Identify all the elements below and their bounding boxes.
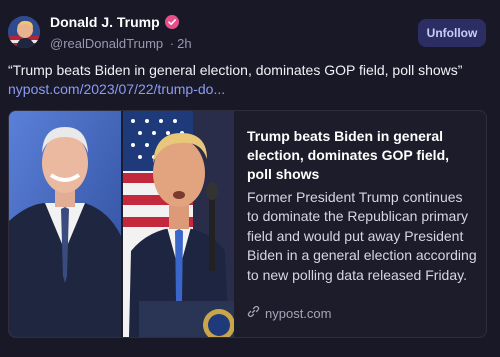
post-time: 2h <box>177 36 192 51</box>
author-name[interactable]: Donald J. Trump <box>50 14 160 30</box>
post-link[interactable]: nypost.com/2023/07/22/trump-do... <box>8 80 225 99</box>
card-domain[interactable]: nypost.com <box>247 305 331 321</box>
avatar[interactable] <box>8 16 40 48</box>
card-domain-text: nypost.com <box>265 305 332 321</box>
card-title[interactable]: Trump beats Biden in general election, d… <box>247 127 475 184</box>
unfollow-button[interactable]: Unfollow <box>418 19 486 47</box>
verified-badge-icon <box>164 15 179 29</box>
post-text: “Trump beats Biden in general election, … <box>8 62 463 78</box>
link-preview-card[interactable]: Trump beats Biden in general election, d… <box>8 110 487 338</box>
separator: · <box>169 36 175 51</box>
handle-row: @realDonaldTrump · 2h <box>50 36 192 51</box>
post: Donald J. Trump @realDonaldTrump · 2h Unf… <box>0 0 500 357</box>
author-name-row: Donald J. Trump <box>50 14 179 30</box>
card-description: Former President Trump continues to domi… <box>247 189 477 283</box>
avatar-image <box>8 16 40 48</box>
link-icon <box>247 305 260 321</box>
author-handle[interactable]: @realDonaldTrump <box>50 36 163 51</box>
card-image <box>9 111 234 337</box>
